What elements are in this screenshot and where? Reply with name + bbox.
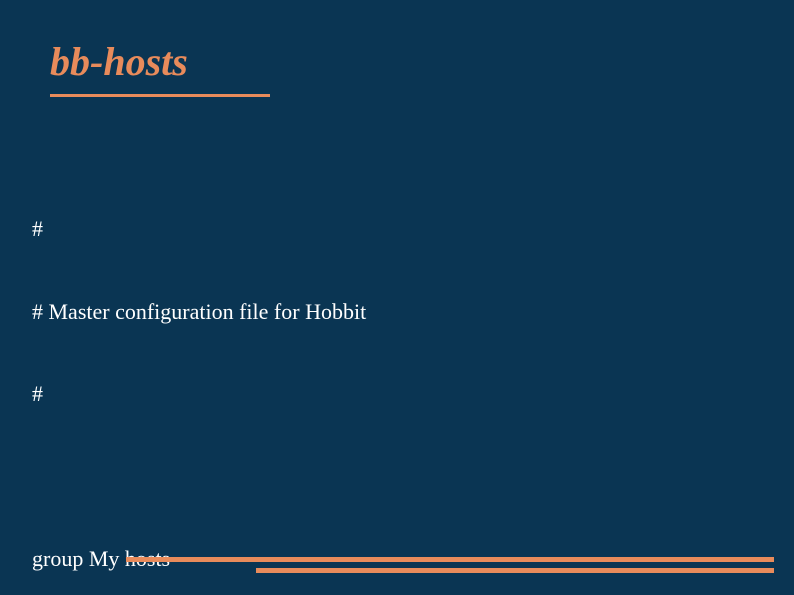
slide-body: # # Master configuration file for Hobbit… [32, 160, 577, 595]
config-line: # [32, 380, 577, 408]
decoration-bar [126, 557, 774, 562]
decoration-bar [256, 568, 774, 573]
footer-decoration [56, 551, 774, 573]
config-line: # [32, 215, 577, 243]
slide: bb-hosts # # Master configuration file f… [0, 0, 794, 595]
config-line: # Master configuration file for Hobbit [32, 298, 577, 326]
blank-line [32, 463, 577, 491]
slide-title: bb-hosts [50, 38, 188, 85]
title-underline [50, 94, 270, 97]
